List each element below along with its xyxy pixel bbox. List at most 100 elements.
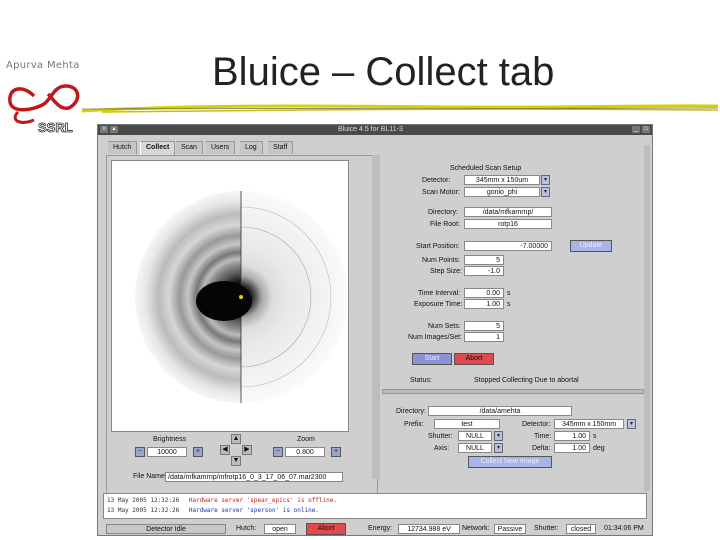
minimize-icon[interactable]: _ xyxy=(632,126,640,133)
file-root-field[interactable]: rotp16 xyxy=(464,219,552,229)
diffraction-image-viewer[interactable] xyxy=(111,160,349,432)
right-pane-scrollbar[interactable] xyxy=(644,145,650,491)
tab-hutch[interactable]: Hutch xyxy=(108,141,138,154)
scan-motor-label: Scan Motor: xyxy=(422,189,460,196)
log-time: 13 May 2005 12:32:26 xyxy=(107,507,180,514)
log-panel[interactable]: 13 May 2005 12:32:26 Hardware server 'sp… xyxy=(103,493,647,519)
collect-detector-select[interactable]: 345mm x 150mm xyxy=(554,419,624,429)
tab-log[interactable]: Log xyxy=(240,141,263,154)
collect-detector-dropdown-icon[interactable]: ▾ xyxy=(627,419,636,429)
zoom-in-button[interactable]: + xyxy=(331,447,341,457)
title-underline xyxy=(82,104,718,113)
scan-directory-field[interactable]: /data/mfkamrnp/ xyxy=(464,207,552,217)
axis-dropdown-icon[interactable]: ▾ xyxy=(494,443,503,453)
time-interval-label: Time Interval: xyxy=(418,290,461,297)
zoom-out-button[interactable]: − xyxy=(273,447,283,457)
zoom-field[interactable]: 0.800 xyxy=(285,447,325,457)
start-position-field[interactable]: -7.00000 xyxy=(464,241,552,251)
delta-field[interactable]: 1.00 xyxy=(554,443,590,453)
abort-scan-button[interactable]: Abort xyxy=(454,353,494,365)
num-points-field[interactable]: 5 xyxy=(464,255,504,265)
slide-title: Bluice – Collect tab xyxy=(212,50,555,94)
log-line: 13 May 2005 12:32:26 Hardware server 'sp… xyxy=(107,497,337,504)
num-images-per-set-field[interactable]: 1 xyxy=(464,332,504,342)
time-interval-unit: s xyxy=(507,290,511,297)
scan-motor-select[interactable]: gonio_phi xyxy=(464,187,540,197)
ssrl-logo: SSRL xyxy=(8,84,80,135)
axis-label: Axis: xyxy=(434,445,450,452)
pan-down-button[interactable]: ▼ xyxy=(231,456,241,466)
window-pin-icon[interactable]: ▴ xyxy=(110,126,118,133)
time-interval-field[interactable]: 0.00 xyxy=(464,288,504,298)
window-titlebar[interactable]: ≡ ▴ Bluice 4.5 for BL11-3 _ □ xyxy=(98,125,652,135)
prefix-label: Prefix: xyxy=(404,421,424,428)
brightness-increase-button[interactable]: + xyxy=(193,447,203,457)
exposure-time-unit: s xyxy=(507,301,511,308)
prefix-field[interactable]: test xyxy=(434,419,500,429)
scan-status-label: Status: xyxy=(410,377,432,384)
delta-unit: deg xyxy=(593,445,605,452)
file-root-label: File Root: xyxy=(430,221,460,228)
scan-detector-dropdown-icon[interactable]: ▾ xyxy=(541,175,550,185)
axis-select[interactable]: NULL xyxy=(458,443,492,453)
collect-time-field[interactable]: 1.00 xyxy=(554,431,590,441)
start-button[interactable]: Start xyxy=(412,353,452,365)
brightness-field[interactable]: 10000 xyxy=(147,447,187,457)
window-title: Bluice 4.5 for BL11-3 xyxy=(338,126,403,133)
logo-text: SSRL xyxy=(38,120,73,135)
tab-users[interactable]: Users xyxy=(206,141,236,154)
scan-motor-dropdown-icon[interactable]: ▾ xyxy=(541,187,550,197)
filename-label: File Name xyxy=(133,473,165,480)
maximize-icon[interactable]: □ xyxy=(642,126,650,133)
window-menu-icon[interactable]: ≡ xyxy=(100,126,108,133)
scan-status-value: Stopped Collecting Due to abortal xyxy=(474,377,579,384)
shutter-status: closed xyxy=(566,524,596,534)
collect-detector-label: Detector: xyxy=(522,421,551,428)
scan-detector-label: Detector: xyxy=(422,177,451,184)
log-message: Hardware server 'spear_epics' is offline… xyxy=(188,497,337,504)
shutter-status-label: Shutter: xyxy=(534,525,559,532)
shutter-dropdown-icon[interactable]: ▾ xyxy=(494,431,503,441)
panel-divider[interactable] xyxy=(382,389,644,394)
log-line: 13 May 2005 12:32:26 Hardware server 'sp… xyxy=(107,507,319,514)
energy-value: 12734.988 eV xyxy=(398,524,460,534)
tab-staff[interactable]: Staff xyxy=(268,141,294,154)
scan-directory-label: Directory: xyxy=(428,209,458,216)
network-label: Network: xyxy=(462,525,490,532)
update-button[interactable]: Update xyxy=(570,240,612,252)
collect-directory-field[interactable]: /data/amehta xyxy=(428,406,572,416)
scan-detector-select[interactable]: 345mm x 150um xyxy=(464,175,540,185)
energy-label: Energy: xyxy=(368,525,393,532)
scheduled-heading: Scheduled Scan Setup xyxy=(450,165,522,172)
bluice-window: ≡ ▴ Bluice 4.5 for BL11-3 _ □ Hutch Coll… xyxy=(97,124,653,536)
step-size-label: Step Size: xyxy=(430,268,462,275)
image-pane: Brightness − 10000 + ▲ ◀ ▶ ▼ Zoom − 0.80… xyxy=(106,155,378,513)
num-sets-field[interactable]: 5 xyxy=(464,321,504,331)
collect-directory-label: Directory: xyxy=(396,408,426,415)
brightness-decrease-button[interactable]: − xyxy=(135,447,145,457)
network-status[interactable]: Passive xyxy=(494,524,526,534)
exposure-time-label: Exposure Time: xyxy=(414,301,463,308)
num-sets-label: Num Sets: xyxy=(428,323,461,330)
start-position-label: Start Position: xyxy=(416,243,460,250)
shutter-label: Shutter: xyxy=(428,433,453,440)
pan-up-button[interactable]: ▲ xyxy=(231,434,241,444)
tab-collect[interactable]: Collect xyxy=(140,141,176,155)
filename-field[interactable]: /data/mfkamrnp/mfrotp16_0_3_17_06_07.mar… xyxy=(165,472,343,482)
abort-button[interactable]: Abort xyxy=(306,523,346,535)
tab-scan[interactable]: Scan xyxy=(176,141,203,154)
zoom-label: Zoom xyxy=(297,436,315,443)
exposure-time-field[interactable]: 1.00 xyxy=(464,299,504,309)
log-time: 13 May 2005 12:32:26 xyxy=(107,497,180,504)
slide-author: Apurva Mehta xyxy=(6,60,80,71)
num-points-label: Num Points: xyxy=(422,257,461,264)
status-bar: Detector Idle Hutch: open Abort Energy: … xyxy=(102,523,650,535)
delta-label: Delta: xyxy=(532,445,551,452)
num-images-per-set-label: Num Images/Set: xyxy=(408,334,463,341)
left-pane-scrollbar[interactable] xyxy=(372,155,380,479)
collect-new-image-button[interactable]: Collect New Image xyxy=(468,456,552,468)
pan-right-button[interactable]: ▶ xyxy=(242,445,252,455)
shutter-select[interactable]: NULL xyxy=(458,431,492,441)
pan-left-button[interactable]: ◀ xyxy=(220,445,230,455)
step-size-field[interactable]: -1.0 xyxy=(464,266,504,276)
